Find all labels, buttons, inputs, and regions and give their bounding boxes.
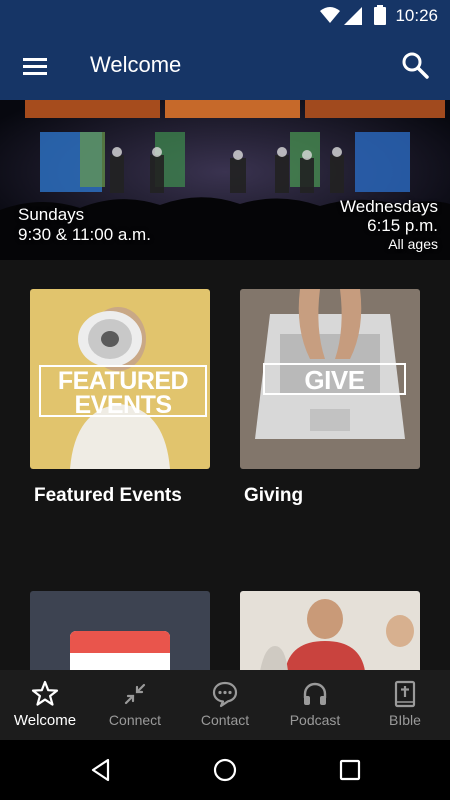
nav-connect-label: Connect: [108, 712, 162, 728]
calendar-thumbnail[interactable]: [30, 591, 210, 671]
home-icon[interactable]: [212, 757, 238, 783]
people-photo: [240, 591, 420, 671]
menu-icon[interactable]: [20, 52, 50, 80]
nav-connect[interactable]: Connect: [90, 670, 180, 740]
clock: 10:26: [395, 6, 438, 25]
hero-banner[interactable]: Sundays 9:30 & 11:00 a.m. Wednesdays 6:1…: [0, 100, 450, 260]
sunday-hours: 9:30 & 11:00 a.m.: [18, 225, 151, 244]
giving-thumbnail[interactable]: GIVE: [240, 289, 420, 469]
calendar-card[interactable]: [30, 591, 210, 671]
giving-card[interactable]: GIVE Giving: [240, 289, 420, 507]
wednesday-times: Wednesdays 6:15 p.m. All ages: [340, 197, 438, 254]
battery-icon: [374, 5, 386, 25]
overlay-line-2: EVENTS: [74, 391, 172, 419]
page-title: Welcome: [90, 52, 182, 77]
wifi-icon: [320, 7, 340, 23]
star-icon: [31, 680, 59, 706]
featured-events-card[interactable]: FEATURED EVENTS Featured Events: [30, 289, 210, 507]
nav-podcast[interactable]: Podcast: [270, 670, 360, 740]
status-bar: 10:26: [0, 0, 450, 32]
search-icon[interactable]: [400, 50, 430, 80]
nav-contact[interactable]: Contact: [180, 670, 270, 740]
signal-icon: [344, 7, 362, 25]
bottom-nav: Welcome Connect Contact Podcast BIble: [0, 670, 450, 740]
overlay-line-1: FEATURED: [57, 367, 189, 395]
wednesday-hours: 6:15 p.m.: [367, 216, 438, 235]
people-card[interactable]: [240, 591, 420, 671]
nav-bible-label: BIble: [389, 712, 421, 728]
sunday-times: Sundays 9:30 & 11:00 a.m.: [18, 205, 151, 245]
wednesday-label: Wednesdays: [340, 197, 438, 216]
people-thumbnail[interactable]: [240, 591, 420, 671]
featured-events-overlay: FEATURED EVENTS: [39, 365, 207, 419]
app-bar: Welcome: [0, 32, 450, 100]
connect-arrows-icon: [124, 683, 146, 705]
wednesday-audience: All ages: [388, 236, 438, 252]
nav-welcome-label: Welcome: [13, 712, 77, 729]
featured-events-thumbnail[interactable]: FEATURED EVENTS: [30, 289, 210, 469]
nav-welcome[interactable]: Welcome: [0, 670, 90, 740]
headphones-icon: [303, 682, 327, 705]
giving-label: Giving: [244, 485, 304, 506]
nav-contact-label: Contact: [200, 712, 250, 728]
give-overlay: GIVE: [263, 363, 406, 395]
nav-bible[interactable]: BIble: [360, 670, 450, 740]
featured-events-label: Featured Events: [34, 485, 182, 506]
back-icon[interactable]: [88, 757, 114, 783]
sunday-label: Sundays: [18, 205, 85, 224]
nav-podcast-label: Podcast: [289, 712, 341, 728]
recents-icon[interactable]: [337, 757, 363, 783]
system-nav-bar: [0, 740, 450, 800]
calendar-graphic: [30, 591, 210, 671]
bible-icon: [394, 680, 416, 708]
chat-icon: [212, 681, 238, 708]
